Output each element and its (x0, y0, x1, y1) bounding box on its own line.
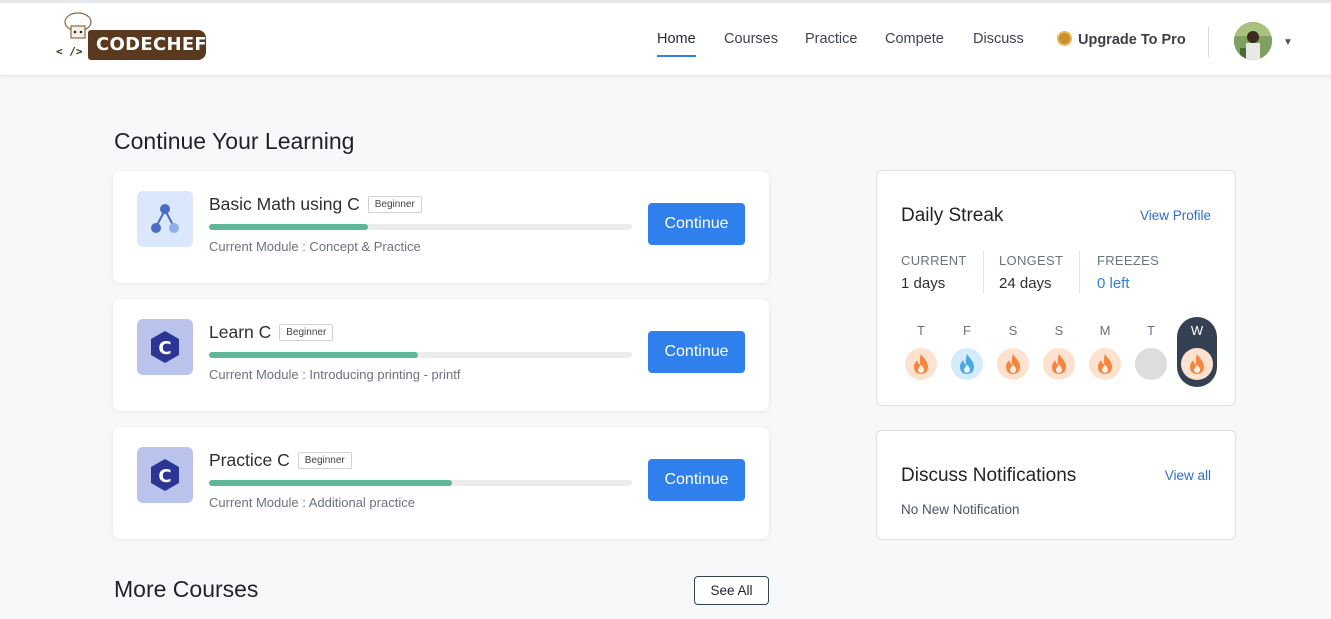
pro-coin-icon (1057, 31, 1072, 46)
course-title[interactable]: Practice C Beginner (209, 450, 352, 471)
streak-day: S (993, 317, 1033, 387)
streak-day: S (1039, 317, 1079, 387)
course-progress-fill (209, 480, 453, 486)
streak-day: F (947, 317, 987, 387)
flame-icon (905, 348, 937, 380)
freezes-label: FREEZES (1097, 253, 1160, 268)
more-courses-title: More Courses (114, 576, 259, 602)
streak-day-letter: S (1054, 323, 1064, 338)
current-streak-label: CURRENT (901, 253, 967, 268)
course-title-text: Learn C (209, 322, 272, 342)
course-title[interactable]: Learn C Beginner (209, 322, 334, 343)
top-navbar: < /> CODECHEF Home Courses Practice Comp… (0, 0, 1331, 75)
discuss-notifications-card: Discuss Notifications View all No New No… (876, 430, 1236, 540)
c-language-icon: C (137, 319, 193, 375)
longest-streak-label: LONGEST (999, 253, 1064, 268)
profile-dropdown-caret-icon[interactable]: ▼ (1283, 37, 1293, 48)
streak-day-letter: S (1008, 323, 1018, 338)
streak-day-letter: T (1147, 323, 1155, 338)
daily-streak-title: Daily Streak (901, 205, 1004, 226)
daily-streak-card: Daily Streak View Profile CURRENT 1 days… (876, 170, 1236, 406)
course-progress-fill (209, 224, 368, 230)
streak-day: T (901, 317, 941, 387)
no-notification-text: No New Notification (901, 502, 1020, 517)
view-all-link[interactable]: View all (1165, 468, 1211, 483)
course-title-text: Basic Math using C (209, 194, 360, 214)
nav-home[interactable]: Home (657, 31, 696, 47)
avatar-photo-icon (1234, 22, 1272, 60)
codechef-logo[interactable]: < /> CODECHEF (56, 12, 208, 64)
upgrade-to-pro-link[interactable]: Upgrade To Pro (1057, 31, 1186, 48)
course-progress-bar (209, 480, 632, 486)
flame-icon (997, 348, 1029, 380)
c-language-icon: C (137, 447, 193, 503)
streak-day: W (1177, 317, 1217, 387)
nav-compete[interactable]: Compete (885, 31, 944, 47)
continue-button[interactable]: Continue (648, 203, 745, 245)
logo-brackets: < /> (56, 45, 83, 58)
longest-streak-value: 24 days (999, 275, 1052, 292)
course-progress-bar (209, 224, 632, 230)
streak-day-letter: M (1099, 323, 1111, 338)
course-card[interactable]: Basic Math using C Beginner Current Modul… (113, 171, 769, 283)
flame-icon (1043, 348, 1075, 380)
continue-button[interactable]: Continue (648, 331, 745, 373)
course-title-text: Practice C (209, 450, 290, 470)
nav-courses[interactable]: Courses (724, 31, 778, 47)
user-avatar[interactable] (1234, 22, 1272, 60)
level-badge: Beginner (279, 324, 334, 341)
continue-learning-title: Continue Your Learning (114, 128, 355, 154)
flame-icon (1181, 348, 1213, 380)
streak-day-letter: W (1190, 323, 1204, 338)
current-module-text: Current Module : Additional practice (209, 495, 415, 510)
graph-nodes-icon (137, 191, 193, 247)
upgrade-label: Upgrade To Pro (1078, 32, 1186, 48)
streak-day-letter: F (963, 323, 971, 338)
see-all-button[interactable]: See All (694, 576, 769, 605)
stat-divider (1079, 251, 1080, 293)
course-progress-bar (209, 352, 632, 358)
svg-text:C: C (158, 338, 171, 359)
flame-icon (1089, 348, 1121, 380)
discuss-notifications-title: Discuss Notifications (901, 465, 1077, 486)
nav-discuss[interactable]: Discuss (973, 31, 1024, 47)
header-divider (1208, 27, 1209, 57)
logo-wordmark: CODECHEF (88, 30, 207, 60)
stat-divider (983, 251, 984, 293)
nav-practice[interactable]: Practice (805, 31, 857, 47)
streak-day: T (1131, 317, 1171, 387)
continue-button[interactable]: Continue (648, 459, 745, 501)
level-badge: Beginner (297, 452, 352, 469)
course-card[interactable]: C Learn C Beginner Current Module : Intro… (113, 299, 769, 411)
freeze-flame-icon (951, 348, 983, 380)
current-module-text: Current Module : Introducing printing - … (209, 367, 461, 382)
freezes-value[interactable]: 0 left (1097, 275, 1130, 292)
course-title[interactable]: Basic Math using C Beginner (209, 194, 422, 215)
course-progress-fill (209, 352, 419, 358)
svg-text:C: C (158, 466, 171, 487)
current-module-text: Current Module : Concept & Practice (209, 239, 421, 254)
active-nav-indicator (657, 55, 696, 57)
view-profile-link[interactable]: View Profile (1140, 208, 1211, 223)
streak-day: M (1085, 317, 1125, 387)
level-badge: Beginner (367, 196, 422, 213)
streak-day-letter: T (917, 323, 925, 338)
current-streak-value: 1 days (901, 275, 946, 292)
course-card[interactable]: C Practice C Beginner Current Module : Ad… (113, 427, 769, 539)
empty-day-icon (1135, 348, 1167, 380)
